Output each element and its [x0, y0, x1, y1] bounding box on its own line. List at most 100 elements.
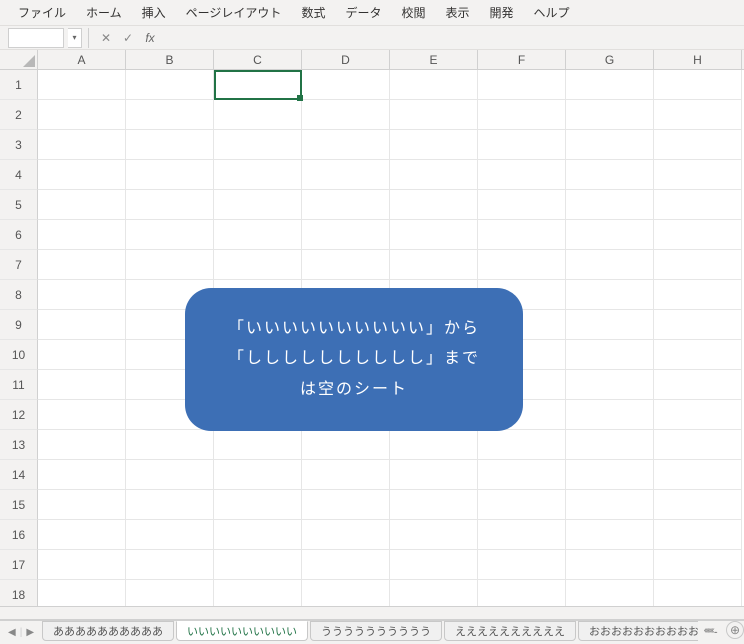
- cell-H5[interactable]: [654, 190, 742, 220]
- ribbon-tab-review[interactable]: 校閲: [391, 0, 435, 25]
- cell-A9[interactable]: [38, 310, 126, 340]
- cell-D18[interactable]: [302, 580, 390, 606]
- row-head-4[interactable]: 4: [0, 160, 38, 190]
- select-all-button[interactable]: [0, 50, 38, 69]
- row-head-18[interactable]: 18: [0, 580, 38, 606]
- ribbon-tab-file[interactable]: ファイル: [8, 0, 76, 25]
- sheet-nav-next-icon[interactable]: ▶: [24, 627, 36, 638]
- cell-F5[interactable]: [478, 190, 566, 220]
- cell-G16[interactable]: [566, 520, 654, 550]
- cell-D14[interactable]: [302, 460, 390, 490]
- sheet-nav-prev-icon[interactable]: ◀: [6, 627, 18, 638]
- cell-A11[interactable]: [38, 370, 126, 400]
- cell-F17[interactable]: [478, 550, 566, 580]
- col-head-D[interactable]: D: [302, 50, 390, 69]
- row-head-3[interactable]: 3: [0, 130, 38, 160]
- cell-G5[interactable]: [566, 190, 654, 220]
- cell-G18[interactable]: [566, 580, 654, 606]
- cell-C17[interactable]: [214, 550, 302, 580]
- cell-C16[interactable]: [214, 520, 302, 550]
- sheet-tab[interactable]: うううううううううう: [310, 621, 442, 641]
- cell-G12[interactable]: [566, 400, 654, 430]
- cancel-icon[interactable]: ✕: [95, 28, 117, 48]
- cell-A10[interactable]: [38, 340, 126, 370]
- cell-G6[interactable]: [566, 220, 654, 250]
- cell-F18[interactable]: [478, 580, 566, 606]
- cell-E7[interactable]: [390, 250, 478, 280]
- cell-F1[interactable]: [478, 70, 566, 100]
- worksheet-grid[interactable]: 123456789101112131415161718 「いいいいいいいいいい」…: [0, 70, 744, 606]
- cell-C5[interactable]: [214, 190, 302, 220]
- cell-A15[interactable]: [38, 490, 126, 520]
- cell-H13[interactable]: [654, 430, 742, 460]
- row-head-1[interactable]: 1: [0, 70, 38, 100]
- cell-A14[interactable]: [38, 460, 126, 490]
- ribbon-tab-view[interactable]: 表示: [435, 0, 479, 25]
- cell-C3[interactable]: [214, 130, 302, 160]
- cell-B15[interactable]: [126, 490, 214, 520]
- cell-H3[interactable]: [654, 130, 742, 160]
- cell-C7[interactable]: [214, 250, 302, 280]
- cell-F14[interactable]: [478, 460, 566, 490]
- add-sheet-button[interactable]: ⊕: [726, 621, 744, 639]
- row-head-15[interactable]: 15: [0, 490, 38, 520]
- fx-icon[interactable]: fx: [139, 28, 161, 48]
- cell-B16[interactable]: [126, 520, 214, 550]
- cell-C6[interactable]: [214, 220, 302, 250]
- cell-D3[interactable]: [302, 130, 390, 160]
- cell-B4[interactable]: [126, 160, 214, 190]
- cell-E4[interactable]: [390, 160, 478, 190]
- cell-A2[interactable]: [38, 100, 126, 130]
- cell-D4[interactable]: [302, 160, 390, 190]
- ribbon-tab-pagelayout[interactable]: ページレイアウト: [176, 0, 292, 25]
- sheet-tab[interactable]: ああああああああああ: [42, 621, 174, 641]
- cell-G9[interactable]: [566, 310, 654, 340]
- ribbon-tab-developer[interactable]: 開発: [480, 0, 524, 25]
- cell-A17[interactable]: [38, 550, 126, 580]
- cell-H12[interactable]: [654, 400, 742, 430]
- row-head-2[interactable]: 2: [0, 100, 38, 130]
- cell-E14[interactable]: [390, 460, 478, 490]
- cell-A1[interactable]: [38, 70, 126, 100]
- col-head-C[interactable]: C: [214, 50, 302, 69]
- cell-G1[interactable]: [566, 70, 654, 100]
- cell-G11[interactable]: [566, 370, 654, 400]
- row-head-5[interactable]: 5: [0, 190, 38, 220]
- name-box-dropdown[interactable]: ▾: [68, 28, 82, 48]
- cell-E3[interactable]: [390, 130, 478, 160]
- cell-C2[interactable]: [214, 100, 302, 130]
- formula-input[interactable]: [161, 28, 744, 48]
- row-head-7[interactable]: 7: [0, 250, 38, 280]
- enter-icon[interactable]: ✓: [117, 28, 139, 48]
- cell-C14[interactable]: [214, 460, 302, 490]
- cell-H6[interactable]: [654, 220, 742, 250]
- cell-F16[interactable]: [478, 520, 566, 550]
- cell-D16[interactable]: [302, 520, 390, 550]
- sheet-tab[interactable]: いいいいいいいいいい: [176, 621, 308, 641]
- sheet-tab[interactable]: おおおおおおおおおお: [578, 621, 698, 641]
- ribbon-tab-help[interactable]: ヘルプ: [524, 0, 580, 25]
- ribbon-tab-home[interactable]: ホーム: [76, 0, 132, 25]
- cell-C4[interactable]: [214, 160, 302, 190]
- cell-B17[interactable]: [126, 550, 214, 580]
- cell-D6[interactable]: [302, 220, 390, 250]
- cell-B3[interactable]: [126, 130, 214, 160]
- cell-G3[interactable]: [566, 130, 654, 160]
- cell-B7[interactable]: [126, 250, 214, 280]
- cell-B6[interactable]: [126, 220, 214, 250]
- row-head-13[interactable]: 13: [0, 430, 38, 460]
- cell-F4[interactable]: [478, 160, 566, 190]
- cell-B13[interactable]: [126, 430, 214, 460]
- cell-G10[interactable]: [566, 340, 654, 370]
- cell-A6[interactable]: [38, 220, 126, 250]
- cell-G14[interactable]: [566, 460, 654, 490]
- col-head-H[interactable]: H: [654, 50, 742, 69]
- cell-A12[interactable]: [38, 400, 126, 430]
- row-head-11[interactable]: 11: [0, 370, 38, 400]
- cell-C13[interactable]: [214, 430, 302, 460]
- cell-H8[interactable]: [654, 280, 742, 310]
- cell-G4[interactable]: [566, 160, 654, 190]
- cell-A3[interactable]: [38, 130, 126, 160]
- row-head-14[interactable]: 14: [0, 460, 38, 490]
- cell-D7[interactable]: [302, 250, 390, 280]
